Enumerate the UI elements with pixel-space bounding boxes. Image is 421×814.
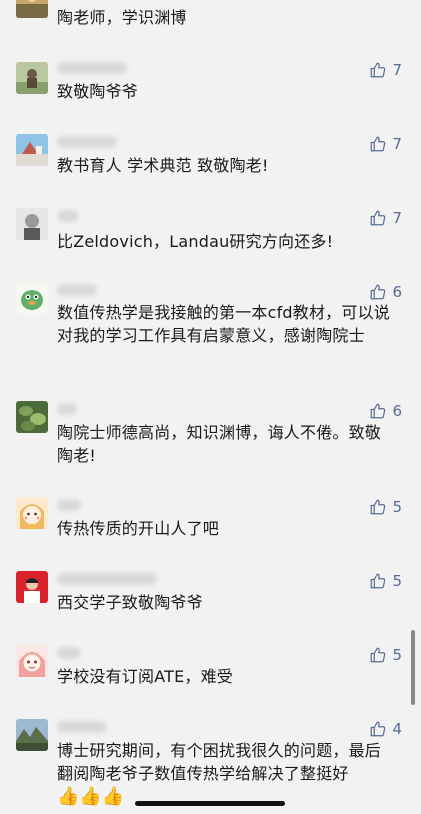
thumbs-up-icon (371, 136, 386, 152)
thumbs-up-icon (371, 647, 386, 663)
home-indicator[interactable] (135, 801, 285, 806)
like-count: 6 (392, 402, 402, 420)
avatar[interactable] (16, 571, 48, 603)
commenter-name-redacted (57, 284, 97, 296)
scrollbar[interactable] (411, 630, 415, 705)
commenter-name-redacted (57, 62, 127, 74)
comment-text: 教书育人 学术典范 致敬陶老! (57, 156, 269, 175)
commenter-name-redacted (57, 403, 77, 415)
thumbs-up-icon (371, 721, 386, 737)
like-button[interactable]: 5 (369, 645, 402, 665)
thumbs-up-icon (371, 62, 386, 78)
like-count: 7 (392, 135, 402, 153)
thumbs-up-icon (371, 403, 386, 419)
like-count: 5 (392, 646, 402, 664)
like-button[interactable]: 5 (369, 571, 402, 591)
like-count: 5 (392, 572, 402, 590)
comment-text: 博士研究期间，有个困扰我很久的问题，最后翻阅陶老爷子数值传热学给解决了整挺好 (57, 741, 382, 783)
thumbs-up-icon (371, 284, 386, 300)
like-button[interactable]: 7 (369, 208, 402, 228)
commenter-name-redacted (57, 499, 81, 511)
comment-list: 陶老师，学识渊博 7 致敬陶爷爷 7 教书育人 学术典范 致敬陶老! 7 比Ze… (0, 0, 421, 814)
avatar[interactable] (16, 134, 48, 166)
avatar[interactable] (16, 282, 48, 314)
avatar[interactable] (16, 719, 48, 751)
like-button[interactable]: 6 (369, 401, 402, 421)
comment-text: 陶院士师德高尚，知识渊博，诲人不倦。致敬陶老! (57, 423, 382, 465)
thumbs-up-icon (371, 210, 386, 226)
comment-text: 数值传热学是我接触的第一本cfd教材，可以说对我的学习工作具有启蒙意义，感谢陶院… (57, 303, 390, 345)
commenter-name-redacted (57, 210, 79, 222)
like-button[interactable]: 4 (369, 719, 402, 739)
like-button[interactable]: 7 (369, 134, 402, 154)
commenter-name-redacted (57, 721, 107, 733)
avatar[interactable] (16, 645, 48, 677)
like-count: 5 (392, 498, 402, 516)
comment-text: 比Zeldovich，Landau研究方向还多! (57, 232, 334, 251)
commenter-name-redacted (57, 573, 157, 585)
comment-text: 致敬陶爷爷 (57, 82, 139, 101)
like-button[interactable]: 5 (369, 497, 402, 517)
like-count: 7 (392, 209, 402, 227)
commenter-name-redacted (57, 647, 81, 659)
like-count: 7 (392, 61, 402, 79)
comment-text: 陶老师，学识渊博 (57, 8, 187, 27)
thumbs-up-emoji-row: 👍👍👍 (57, 786, 125, 807)
like-count: 4 (392, 720, 402, 738)
thumbs-up-icon (371, 499, 386, 515)
like-button[interactable]: 6 (369, 282, 402, 302)
commenter-name-redacted (57, 136, 117, 148)
avatar[interactable] (16, 401, 48, 433)
avatar[interactable] (16, 208, 48, 240)
avatar[interactable] (16, 62, 48, 94)
thumbs-up-icon (371, 573, 386, 589)
comment-text: 传热传质的开山人了吧 (57, 519, 220, 538)
like-button[interactable]: 7 (369, 60, 402, 80)
comment-text: 学校没有订阅ATE，难受 (57, 667, 233, 686)
avatar[interactable] (16, 497, 48, 529)
avatar[interactable] (16, 0, 48, 18)
comment-text: 西交学子致敬陶爷爷 (57, 593, 203, 612)
like-count: 6 (392, 283, 402, 301)
